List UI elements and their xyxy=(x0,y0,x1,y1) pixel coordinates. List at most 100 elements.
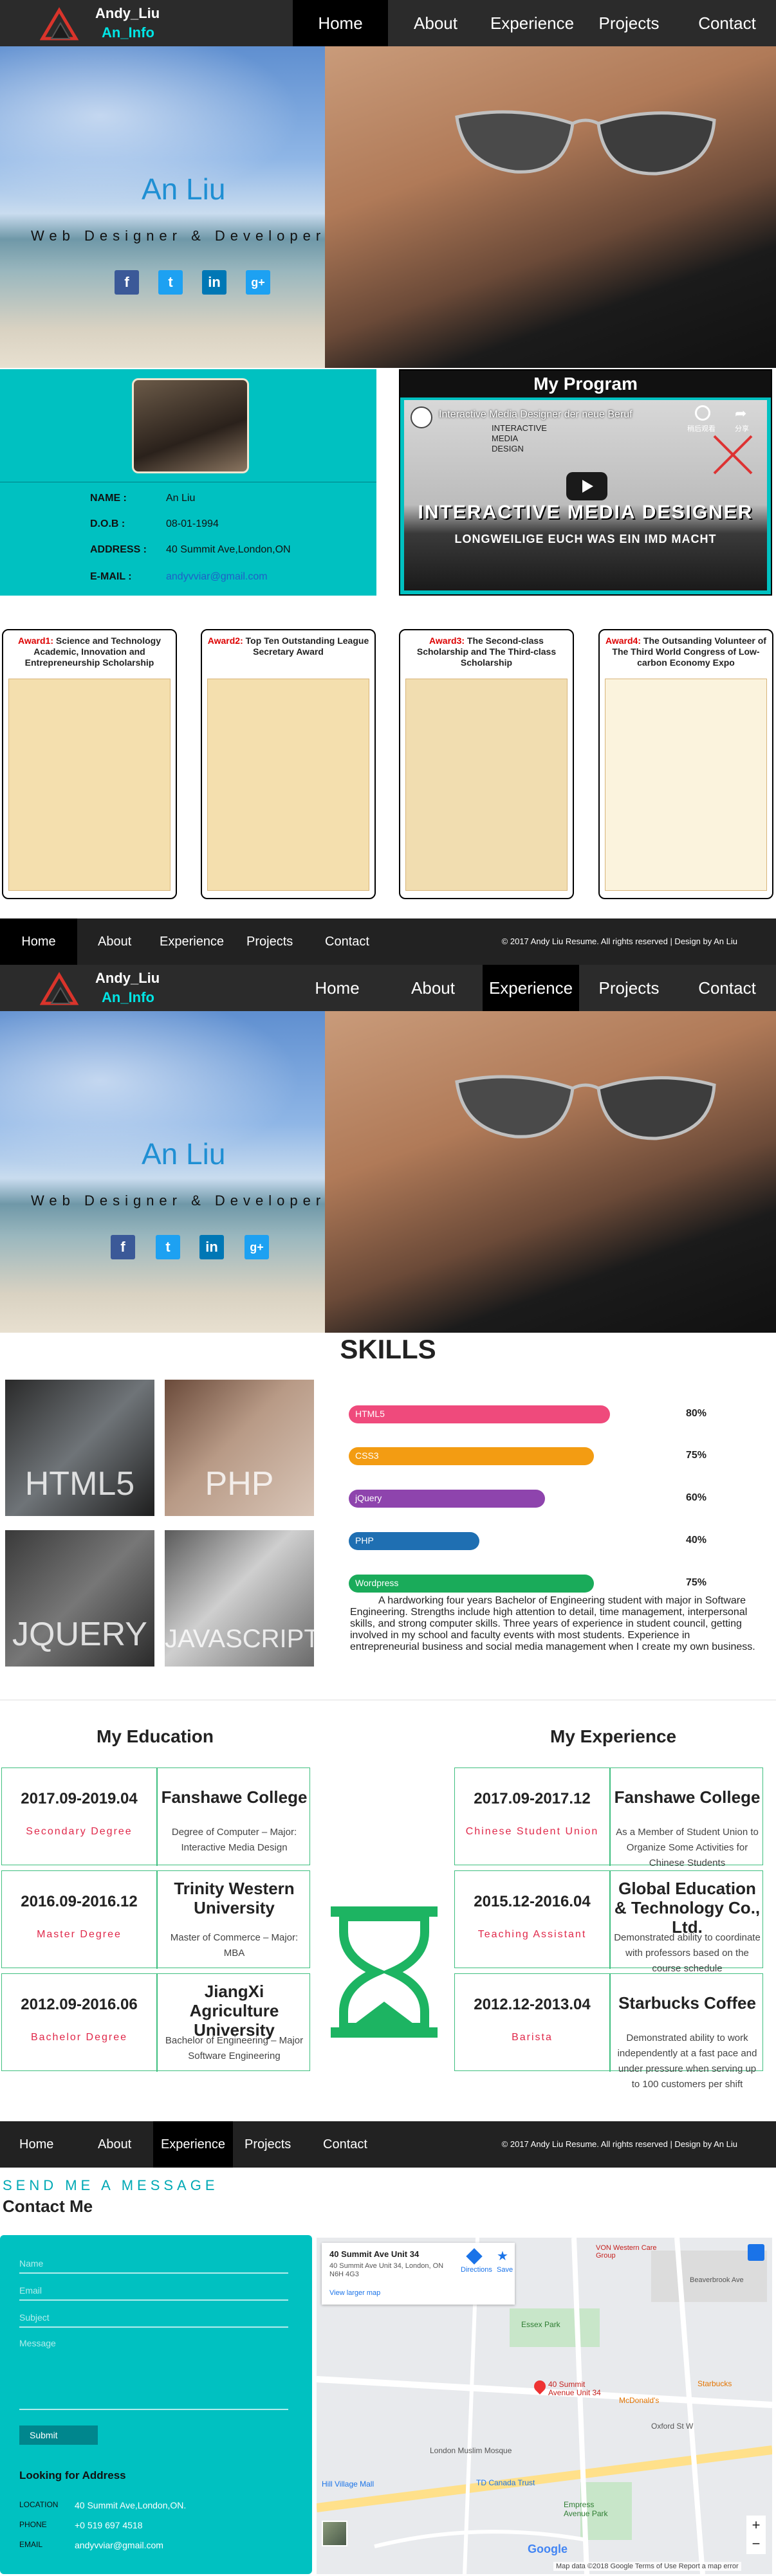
directions-icon[interactable] xyxy=(466,2248,483,2265)
nav-projects[interactable]: Projects xyxy=(582,0,676,46)
certificate-image xyxy=(605,679,767,891)
nav-contact[interactable]: Contact xyxy=(682,965,772,1011)
footer-contact[interactable]: Contact xyxy=(325,918,369,965)
name-label: NAME : xyxy=(90,493,127,504)
program-panel: My Program Interactive Media Designer de… xyxy=(399,369,772,596)
submit-button[interactable]: Submit xyxy=(19,2425,98,2445)
google-map[interactable]: 40 Summit Ave Unit 34 40 Summit Ave Unit… xyxy=(317,2238,772,2574)
zoom-out-button[interactable]: − xyxy=(746,2535,766,2554)
brand-sub[interactable]: An_Info xyxy=(102,989,154,1006)
experience-card: 2015.12-2016.04 Teaching Assistant Global … xyxy=(454,1870,763,1974)
education-card: 2012.09-2016.06 Bachelor Degree JiangXi Ag… xyxy=(1,1973,310,2072)
user-icon[interactable] xyxy=(748,2244,764,2261)
address-label: ADDRESS : xyxy=(90,544,147,555)
footer-projects[interactable]: Projects xyxy=(245,2121,291,2168)
footer-home[interactable]: Home xyxy=(0,918,77,965)
experience-desc: As a Member of Student Union to Organize… xyxy=(616,1827,759,1868)
award-card-1[interactable]: Award1: Science and Technology Academic,… xyxy=(2,629,177,899)
footer-experience[interactable]: Experience xyxy=(160,918,224,965)
googleplus-icon[interactable]: g+ xyxy=(245,1235,269,1259)
nav-home[interactable]: Home xyxy=(293,0,388,46)
email-label: EMAIL xyxy=(19,2540,43,2549)
skill-bar: HTML5 xyxy=(349,1405,610,1423)
experience-card: 2017.09-2017.12 Chinese Student Union Fans… xyxy=(454,1768,763,1868)
facebook-icon[interactable]: f xyxy=(115,270,139,295)
hero-photo xyxy=(325,46,776,368)
education-name: Trinity Western University xyxy=(174,1879,295,1917)
award-card-3[interactable]: Award3: The Second-class Scholarship and… xyxy=(399,629,574,899)
map-label: VON Western Care Group xyxy=(596,2244,657,2260)
map-label: London Muslim Mosque xyxy=(430,2446,512,2455)
education-card: 2017.09-2019.04 Secondary Degree Fanshawe … xyxy=(1,1768,310,1866)
brand-name[interactable]: Andy_Liu xyxy=(95,5,160,22)
education-name: JiangXi Agriculture University xyxy=(189,1982,279,2040)
subject-field[interactable]: Subject xyxy=(19,2312,288,2325)
linkedin-icon[interactable]: in xyxy=(199,1235,224,1259)
skill-image-php: PHP xyxy=(165,1380,314,1516)
section-separator xyxy=(0,1699,776,1701)
clock-icon[interactable] xyxy=(695,405,710,421)
program-video[interactable]: Interactive Media Designer der neue Beru… xyxy=(404,400,767,590)
zoom-in-button[interactable]: + xyxy=(746,2516,766,2535)
save-icon[interactable]: ★ xyxy=(497,2248,508,2264)
map-larger-link[interactable]: View larger map xyxy=(329,2289,380,2297)
email-value[interactable]: andyvviar@gmail.com xyxy=(75,2540,163,2550)
hourglass-icon xyxy=(331,1906,438,2038)
linkedin-icon[interactable]: in xyxy=(202,270,226,295)
brand-name[interactable]: Andy_Liu xyxy=(95,970,160,987)
name-value: An Liu xyxy=(166,493,196,504)
map-thumbnail[interactable] xyxy=(322,2521,347,2546)
skill-bar-label: HTML5 xyxy=(355,1409,385,1419)
map-label: TD Canada Trust xyxy=(476,2478,535,2487)
video-title[interactable]: Interactive Media Designer der neue Beru… xyxy=(439,409,633,421)
name-field[interactable]: Name xyxy=(19,2258,288,2271)
education-desc: Master of Commerce – Major: MBA xyxy=(170,1932,299,1959)
brand-sub[interactable]: An_Info xyxy=(102,24,154,41)
nav-about[interactable]: About xyxy=(388,965,478,1011)
hero-name: An Liu xyxy=(142,172,226,206)
nav-experience[interactable]: Experience xyxy=(484,0,580,46)
footer-projects[interactable]: Projects xyxy=(246,918,293,965)
skill-image-jquery: JQUERY xyxy=(5,1530,154,1667)
googleplus-icon[interactable]: g+ xyxy=(246,270,270,295)
footer-about[interactable]: About xyxy=(98,2121,131,2168)
footer-home[interactable]: Home xyxy=(19,2121,53,2168)
footer-experience[interactable]: Experience xyxy=(153,2121,233,2168)
experience-date: 2012.12-2013.04 xyxy=(474,1996,591,2013)
map-label: Hill Village Mall xyxy=(322,2480,374,2489)
map-label: Essex Park xyxy=(521,2320,560,2329)
message-field[interactable]: Message xyxy=(19,2338,288,2415)
directions-label[interactable]: Directions xyxy=(461,2266,492,2274)
map-label: Empress Avenue Park xyxy=(564,2500,608,2518)
nav-projects[interactable]: Projects xyxy=(582,965,676,1011)
experience-title: My Experience xyxy=(550,1726,677,1746)
education-date: 2012.09-2016.06 xyxy=(21,1996,138,2013)
award-label: Award2: Top Ten Outstanding League Secre… xyxy=(207,635,369,657)
footer-contact[interactable]: Contact xyxy=(323,2121,367,2168)
footer-bar: Home About Experience Projects Contact ©… xyxy=(0,2121,776,2168)
skills-title: SKILLS xyxy=(340,1334,436,1364)
email-value[interactable]: andyvviar@gmail.com xyxy=(166,571,268,583)
nav-experience[interactable]: Experience xyxy=(483,965,579,1011)
phone-value: +0 519 697 4518 xyxy=(75,2520,143,2530)
logo-icon[interactable] xyxy=(40,971,80,1006)
map-pin-label: 40 Summit Avenue Unit 34 xyxy=(548,2380,601,2397)
play-button[interactable] xyxy=(566,472,607,500)
award-card-4[interactable]: Award4: The Outsanding Volunteer of The … xyxy=(598,629,773,899)
save-label[interactable]: Save xyxy=(497,2266,513,2274)
twitter-icon[interactable]: t xyxy=(158,270,183,295)
facebook-icon[interactable]: f xyxy=(111,1235,135,1259)
hero-subtitle: Web Designer & Developer xyxy=(31,1192,326,1209)
nav-contact[interactable]: Contact xyxy=(682,0,772,46)
phone-label: PHONE xyxy=(19,2520,47,2529)
footer-about[interactable]: About xyxy=(98,918,131,965)
video-banner: INTERACTIVE MEDIA DESIGNER xyxy=(418,502,753,523)
nav-home[interactable]: Home xyxy=(293,965,382,1011)
logo-icon[interactable] xyxy=(40,6,80,41)
email-label: E-MAIL : xyxy=(90,571,132,582)
twitter-icon[interactable]: t xyxy=(156,1235,180,1259)
award-card-2[interactable]: Award2: Top Ten Outstanding League Secre… xyxy=(201,629,376,899)
nav-about[interactable]: About xyxy=(394,0,477,46)
email-field[interactable]: Email xyxy=(19,2285,288,2298)
share-icon[interactable]: ➦ xyxy=(735,405,746,422)
